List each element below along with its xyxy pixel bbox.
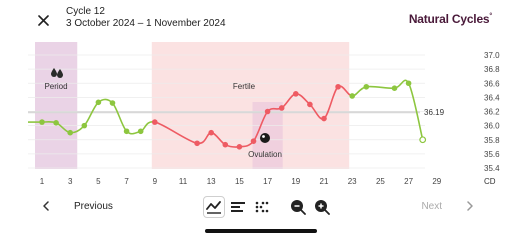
data-point [349,93,356,99]
y-tick-label: 35.6 [484,150,500,159]
y-tick-label: 37.0 [484,51,500,60]
ovulation-egg-icon [260,133,270,143]
data-point [264,108,271,115]
bars-icon [231,202,245,212]
cycle-dates: 3 October 2024 – 1 November 2024 [66,18,226,29]
data-point [208,129,214,136]
x-tick-label: 25 [376,177,385,186]
x-tick-label: 17 [263,177,272,186]
data-point [152,119,158,125]
previous-cycle-button[interactable]: Previous [42,199,113,214]
x-tick-label: 11 [179,177,188,186]
data-point [307,101,313,108]
y-tick-label: 36.4 [484,93,500,102]
data-point [391,85,398,91]
series-line [83,101,99,127]
x-axis-unit: CD [484,177,496,186]
data-point [67,129,73,136]
zoom-out-icon [291,200,306,215]
coverline-value: 36.19 [424,108,445,117]
line-view-button[interactable] [203,196,225,218]
period-band [35,42,78,169]
x-tick-label: 7 [124,177,129,186]
x-tick-label: 27 [404,177,413,186]
title-block: Cycle 12 3 October 2024 – 1 November 202… [66,6,226,30]
close-icon [37,14,49,26]
x-tick-label: 3 [68,177,73,186]
chart-view-toolbar [203,196,335,218]
data-point [363,83,370,90]
y-tick-label: 36.0 [484,122,500,131]
cycle-title: Cycle 12 [66,6,105,17]
x-tick-label: 15 [235,177,244,186]
chevron-left-icon [42,199,56,214]
x-tick-label: 19 [291,177,300,186]
x-tick-label: 23 [348,177,357,186]
zoom-out-button[interactable] [287,196,309,218]
y-tick-label: 36.8 [484,65,500,74]
bar-view-button[interactable] [227,196,249,218]
data-point [419,136,427,144]
data-point [95,99,102,106]
close-button[interactable] [31,8,55,32]
y-tick-label: 36.6 [484,79,500,88]
period-label: Period [44,82,67,91]
data-point [194,140,200,147]
ovulation-label: Ovulation [248,150,282,159]
data-point [81,122,88,129]
x-tick-label: 1 [40,177,45,186]
x-tick-label: 9 [153,177,158,186]
brand-name: Natural Cycles [408,12,490,26]
data-point [250,138,257,144]
zoom-in-button[interactable] [311,196,333,218]
data-point [123,128,130,135]
data-point [222,141,229,148]
data-point [137,128,144,135]
y-tick-label: 36.2 [484,108,500,117]
data-point [39,119,45,125]
next-cycle-button[interactable]: Next [421,199,474,214]
zoom-in-icon [315,200,330,215]
data-point [236,144,243,150]
brand-mark: ° [489,13,492,20]
fertile-label: Fertile [233,82,256,91]
series-line [111,102,128,132]
dots-grid-icon [255,201,269,213]
x-tick-label: 13 [207,177,216,186]
x-tick-label: 21 [320,177,329,186]
data-point [335,83,341,90]
chevron-right-icon [466,199,474,214]
dots-view-button[interactable] [251,196,273,218]
brand-logo: Natural Cycles° [409,12,492,26]
data-point [53,120,59,126]
temperature-chart: Period Fertile Ovulation 36.19 CD 37.0 36… [28,42,500,186]
y-tick-label: 35.8 [484,136,500,145]
home-indicator [205,229,317,233]
data-point [321,115,327,122]
x-tick-label: 5 [96,177,101,186]
previous-label: Previous [74,201,113,212]
next-label: Next [421,201,442,212]
y-tick-label: 35.4 [484,164,500,173]
data-point [405,80,412,87]
header: Cycle 12 3 October 2024 – 1 November 202… [0,0,520,42]
line-chart-icon [206,201,221,214]
footer-toolbar: Previous Next [0,194,520,222]
data-point [293,91,299,97]
data-point [278,105,285,111]
data-point [109,100,116,106]
x-tick-label: 29 [432,177,441,186]
series-line [366,85,395,90]
